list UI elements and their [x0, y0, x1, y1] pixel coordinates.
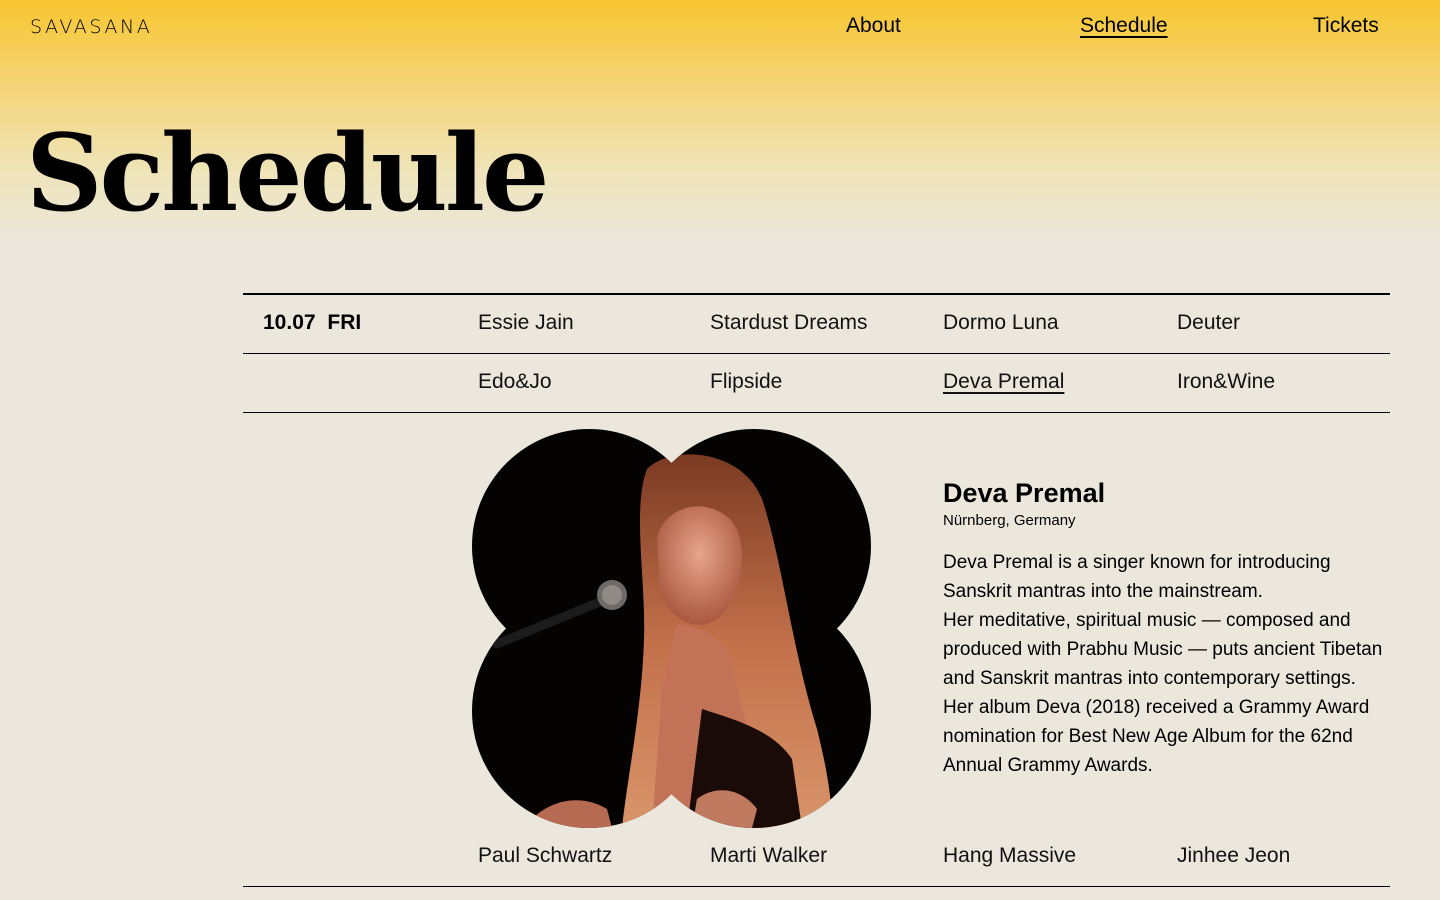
artist-location: Nürnberg, Germany	[943, 512, 1076, 529]
artist-link-iron-wine[interactable]: Iron&Wine	[1177, 370, 1275, 394]
schedule-divider	[243, 293, 1390, 295]
artist-link-edo-jo[interactable]: Edo&Jo	[478, 370, 552, 394]
page-title: Schedule	[26, 110, 549, 235]
artist-link-hang-massive[interactable]: Hang Massive	[943, 844, 1076, 868]
artist-link-deuter[interactable]: Deuter	[1177, 311, 1240, 335]
artist-link-paul-schwartz[interactable]: Paul Schwartz	[478, 844, 612, 868]
nav-about[interactable]: About	[846, 14, 901, 38]
nav-tickets[interactable]: Tickets	[1313, 14, 1379, 38]
artist-photo	[472, 429, 871, 828]
site-logo[interactable]: SAVASANA	[30, 16, 152, 38]
bio-paragraph: Deva Premal is a singer known for introd…	[943, 552, 1331, 602]
artist-link-marti-walker[interactable]: Marti Walker	[710, 844, 827, 868]
nav-schedule[interactable]: Schedule	[1080, 14, 1168, 38]
artist-name: Deva Premal	[943, 478, 1106, 508]
artist-photo-clover	[472, 429, 871, 828]
schedule-divider	[243, 886, 1390, 887]
artist-link-stardust-dreams[interactable]: Stardust Dreams	[710, 311, 868, 335]
schedule-divider	[243, 412, 1390, 413]
artist-link-flipside[interactable]: Flipside	[710, 370, 782, 394]
artist-link-dormo-luna[interactable]: Dormo Luna	[943, 311, 1059, 335]
artist-bio: Deva Premal is a singer known for introd…	[943, 548, 1390, 780]
artist-link-jinhee-jeon[interactable]: Jinhee Jeon	[1177, 844, 1290, 868]
bio-paragraph: Her meditative, spiritual music — compos…	[943, 610, 1383, 689]
schedule-divider	[243, 353, 1390, 354]
artist-link-essie-jain[interactable]: Essie Jain	[478, 311, 574, 335]
bio-paragraph: Her album Deva (2018) received a Grammy …	[943, 697, 1370, 776]
schedule-date: 10.07 FRI	[263, 311, 362, 334]
artist-link-deva-premal[interactable]: Deva Premal	[943, 370, 1064, 394]
